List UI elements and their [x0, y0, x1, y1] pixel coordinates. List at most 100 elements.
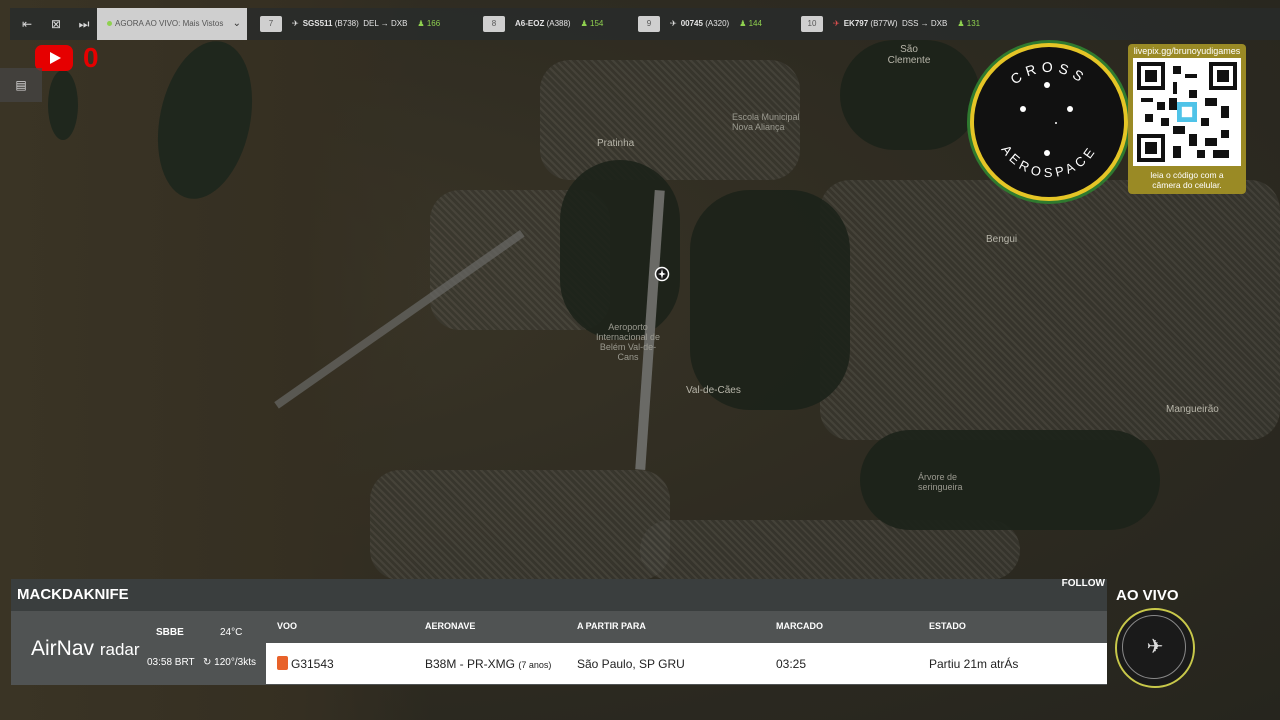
flight-viewers: 131: [966, 19, 981, 28]
flight-from: DSS: [901, 19, 919, 28]
flight-info-panel: MACKDAKNIFE FOLLOW AirNav radar SBBE 03:…: [11, 578, 1107, 685]
live-label: AO VIVO: [1116, 587, 1179, 604]
map-label: Aeroporto Internacional de Belém Val-de-…: [595, 322, 661, 362]
flight-status: Partiu 21m atrÁs: [929, 657, 1019, 671]
airplane-logo-icon: ✈: [1146, 636, 1164, 658]
route: São Paulo, SP GRU: [577, 657, 685, 671]
qr-url: livepix.gg/brunoyudigames: [1133, 46, 1241, 56]
badge-bottom-text: AEROSPACE: [998, 142, 1095, 180]
flight-callsign: EK797: [843, 19, 869, 28]
live-value: Mais Vistos: [182, 19, 224, 28]
qr-caption: leia o código com a câmera do celular.: [1128, 170, 1246, 190]
streamer-name: MACKDAKNIFE: [17, 586, 129, 603]
aircraft-marker-icon[interactable]: [654, 266, 670, 282]
flight-rank: 9: [638, 16, 660, 32]
airnav-logo: AirNav radar: [31, 637, 140, 661]
aircraft-age: (7 anos): [518, 660, 552, 670]
plane-icon: ✈: [833, 19, 840, 28]
temperature: 24°C: [220, 627, 243, 638]
airport-code: SBBE: [156, 627, 184, 638]
qr-caption-line2: câmera do celular.: [1152, 180, 1222, 190]
column-header-scheduled: MARCADO: [776, 621, 823, 631]
scheduled-time: 03:25: [776, 657, 807, 671]
map-label: Bengui: [986, 234, 1018, 245]
viewers-icon: ♟: [957, 19, 965, 28]
forest-area: [690, 190, 850, 410]
flight-viewers: 144: [748, 19, 762, 28]
column-header-status: ESTADO: [929, 621, 966, 631]
flight-to: DXB: [930, 19, 948, 28]
svg-text:AEROSPACE: AEROSPACE: [998, 142, 1099, 180]
arrow-right-icon: →: [920, 19, 929, 28]
follow-button[interactable]: FOLLOW: [1062, 578, 1105, 589]
channel-logo: ✈: [1115, 608, 1195, 688]
map-label: Pratinha: [597, 138, 635, 149]
qr-caption-line1: leia o código com a: [1150, 170, 1224, 180]
arrow-right-icon: →: [380, 19, 389, 28]
live-dot-icon: [107, 21, 112, 27]
urban-area: [820, 180, 1280, 440]
cross-aerospace-logo: CROSS AEROSPACE: [970, 43, 1128, 201]
list-toggle-button[interactable]: ▤: [0, 68, 42, 102]
flight-type: (A320): [705, 19, 730, 28]
youtube-count: 0: [83, 42, 99, 73]
panel-header: MACKDAKNIFE FOLLOW: [11, 578, 1107, 611]
viewers-icon: ♟: [739, 19, 747, 28]
wind-info: ↻ 120°/3kts: [203, 657, 256, 668]
wind-value: 120°/3kts: [214, 657, 256, 668]
flight-rank: 10: [801, 16, 823, 32]
chevron-down-icon: ⌄: [232, 18, 241, 29]
flight-type: (B77W): [870, 19, 898, 28]
flight-type: (A388): [546, 19, 571, 28]
collapse-panel-icon[interactable]: ⇤: [19, 16, 35, 32]
column-header-route: A PARTIR PARA: [577, 621, 646, 631]
star-icon: [1020, 82, 1073, 156]
forest-area: [860, 430, 1160, 530]
flight-item[interactable]: 10 ✈ EK797 (B77W) DSS → DXB ♟ 131: [801, 15, 980, 33]
live-now-dropdown[interactable]: AGORA AO VIVO: Mais Vistos ⌄: [97, 8, 247, 40]
airline-logo-icon: [277, 656, 288, 670]
plane-icon: ✈: [292, 19, 299, 28]
flight-to: DXB: [390, 19, 408, 28]
map-label: Escola Municipal Nova Aliança: [732, 112, 800, 132]
urban-area: [370, 470, 670, 580]
flight-rank: 7: [260, 16, 282, 32]
flight-callsign: SGS511: [302, 19, 333, 28]
flight-viewers: 166: [426, 19, 441, 28]
flight-viewers: 154: [590, 19, 604, 28]
local-time: 03:58 BRT: [147, 657, 195, 668]
aircraft-cell: B38M - PR-XMG (7 anos): [425, 657, 551, 671]
flight-number: G31543: [291, 657, 334, 671]
map-label: São Clemente: [887, 44, 931, 66]
flight-rank: 8: [483, 16, 505, 32]
flight-item[interactable]: 8 A6-EOZ (A388) ♟ 154: [483, 15, 603, 33]
flight-item[interactable]: 9 ✈ 00745 (A320) ♟ 144: [638, 15, 762, 33]
list-icon: ▤: [15, 78, 27, 92]
flight-item[interactable]: 7 ✈ SGS511 (B738) DEL → DXB ♟ 166: [260, 15, 440, 33]
column-header-aircraft: AERONAVE: [425, 621, 476, 631]
map-label: Val-de-Cães: [686, 385, 741, 396]
flight-type: (B738): [334, 19, 359, 28]
flight-callsign: A6-EOZ: [515, 19, 545, 28]
forest-area: [560, 160, 680, 340]
badge-graphic: CROSS AEROSPACE: [998, 59, 1099, 180]
qr-code-icon: [1133, 58, 1241, 166]
map-label: Árvore de seringueira: [918, 472, 963, 492]
viewers-icon: ♟: [417, 19, 425, 28]
flight-from: DEL: [363, 19, 379, 28]
wind-icon: ↻: [203, 657, 212, 668]
live-label: AGORA AO VIVO:: [115, 19, 181, 28]
qr-card[interactable]: livepix.gg/brunoyudigames leia o código …: [1128, 44, 1246, 194]
map-label: Mangueirão: [1166, 404, 1219, 415]
top-bar: ⇤ ⊠ ⏭ AGORA AO VIVO: Mais Vistos ⌄ 7 ✈ SGS…: [10, 8, 1280, 40]
aircraft-reg: B38M - PR-XMG: [425, 657, 516, 671]
flight-callsign: 00745: [680, 19, 703, 28]
column-header-flight: VOO: [277, 621, 298, 631]
brand-main: AirNav: [31, 637, 95, 660]
viewers-icon: ♟: [580, 19, 588, 28]
close-window-icon[interactable]: ⊠: [48, 16, 64, 32]
island: [48, 70, 78, 140]
plane-icon: ✈: [670, 19, 677, 28]
skip-next-icon[interactable]: ⏭: [76, 16, 92, 32]
flight-row[interactable]: G31543 B38M - PR-XMG (7 anos) São Paulo,…: [266, 643, 1107, 684]
